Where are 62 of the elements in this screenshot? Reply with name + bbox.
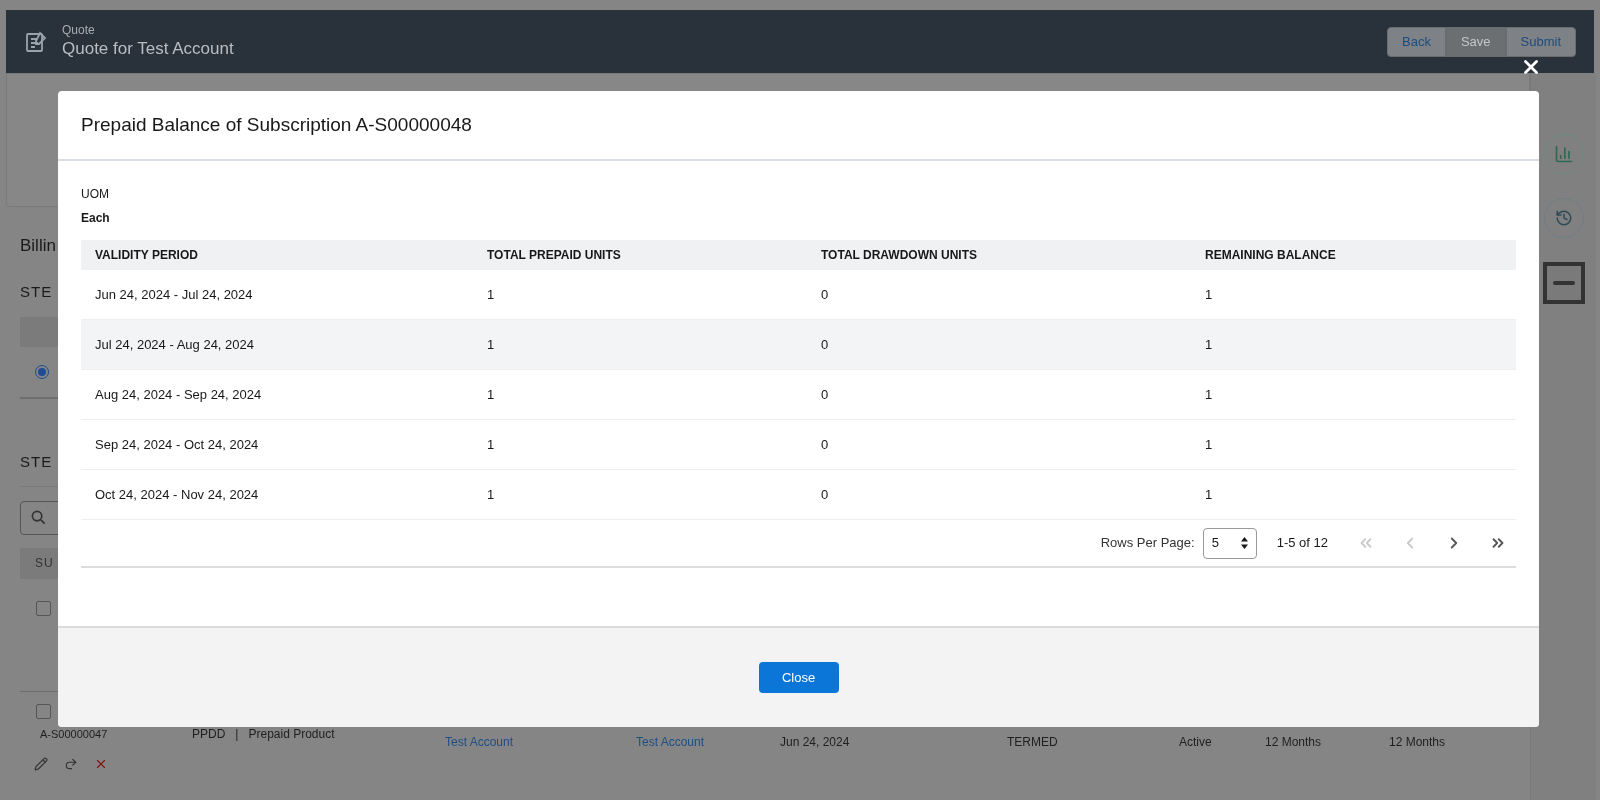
term-cell-text: 12 Months [1265,733,1323,751]
subscription-id: A-S00000047 [39,727,109,742]
table-cell-text: 1 [486,385,496,404]
table-cell-text: 1 [1204,285,1214,304]
table-cell-text: Oct 24, 2024 - Nov 24, 2024 [94,485,260,504]
table-cell-text: 1 [486,335,496,354]
account-link[interactable]: Test Account [636,734,705,749]
document-icon [24,29,48,54]
uom-value: Each [81,210,111,227]
close-button[interactable]: Close [758,662,839,693]
table-cell-text: Jun 24, 2024 - Jul 24, 2024 [94,285,254,304]
column-header: TOTAL DRAWDOWN UNITS [820,247,978,264]
column-header: SU [35,555,54,572]
status-cell-text: Active [1179,733,1213,751]
date-cell-text: Jun 24, 2024 [780,733,851,751]
table-cell-text: 1 [486,485,496,504]
object-label: Quote [62,23,96,39]
page-range: 1-5 of 12 [1276,534,1328,553]
modal-title: Prepaid Balance of Subscription A-S00000048 [81,112,472,137]
pencil-icon[interactable] [34,756,48,771]
table-cell-text: 0 [820,485,830,504]
account-link[interactable]: Test Account [445,734,514,749]
table-cell-text: 1 [486,435,496,454]
rows-per-page-select[interactable]: 5 [1202,527,1257,559]
table-cell-text: Aug 24, 2024 - Sep 24, 2024 [94,385,263,404]
table-cell-text: 1 [1204,485,1214,504]
checkbox[interactable] [36,600,51,616]
collapse-button[interactable] [1542,262,1585,304]
table-cell-text: 0 [820,385,830,404]
table-cell-text: 1 [1204,335,1214,354]
step-heading: STE [20,452,53,472]
table-cell-text: 1 [486,285,496,304]
bar-chart-icon [1553,144,1574,164]
table-cell-text: 0 [820,435,830,454]
checkbox[interactable] [36,703,51,719]
table-cell-text: 0 [820,285,830,304]
history-icon [1554,209,1573,227]
term-type-cell-text: TERMED [1007,733,1059,751]
header-button[interactable]: Back [1387,26,1446,57]
table-cell-text: Sep 24, 2024 - Oct 24, 2024 [94,435,260,454]
separator: | [235,725,239,743]
product-code: PPDD [192,725,226,743]
column-header: TOTAL PREPAID UNITS [486,247,622,264]
header-button[interactable]: Submit [1505,26,1576,57]
table-cell-text: 0 [820,335,830,354]
term-cell-text: 12 Months [1389,733,1446,751]
section-title: Billin [20,235,56,257]
rows-per-page-label: Rows Per Page: [1100,534,1195,553]
step-heading: STE [20,281,53,302]
column-header: VALIDITY PERIOD [94,247,199,264]
search-icon [31,510,46,525]
minus-icon [1552,281,1575,285]
uom-label: UOM [81,186,110,203]
table-cell-text: Jul 24, 2024 - Aug 24, 2024 [94,335,255,354]
product-name: Prepaid Product [248,725,335,743]
page-title: Quote for Test Account [62,38,234,60]
redo-icon[interactable] [64,756,78,771]
table-cell-text: 1 [1204,435,1214,454]
table-cell-text: 1 [1204,385,1214,404]
column-header: REMAINING BALANCE [1204,247,1337,264]
radio-button[interactable] [35,365,49,379]
stepper-icon [1240,537,1248,549]
